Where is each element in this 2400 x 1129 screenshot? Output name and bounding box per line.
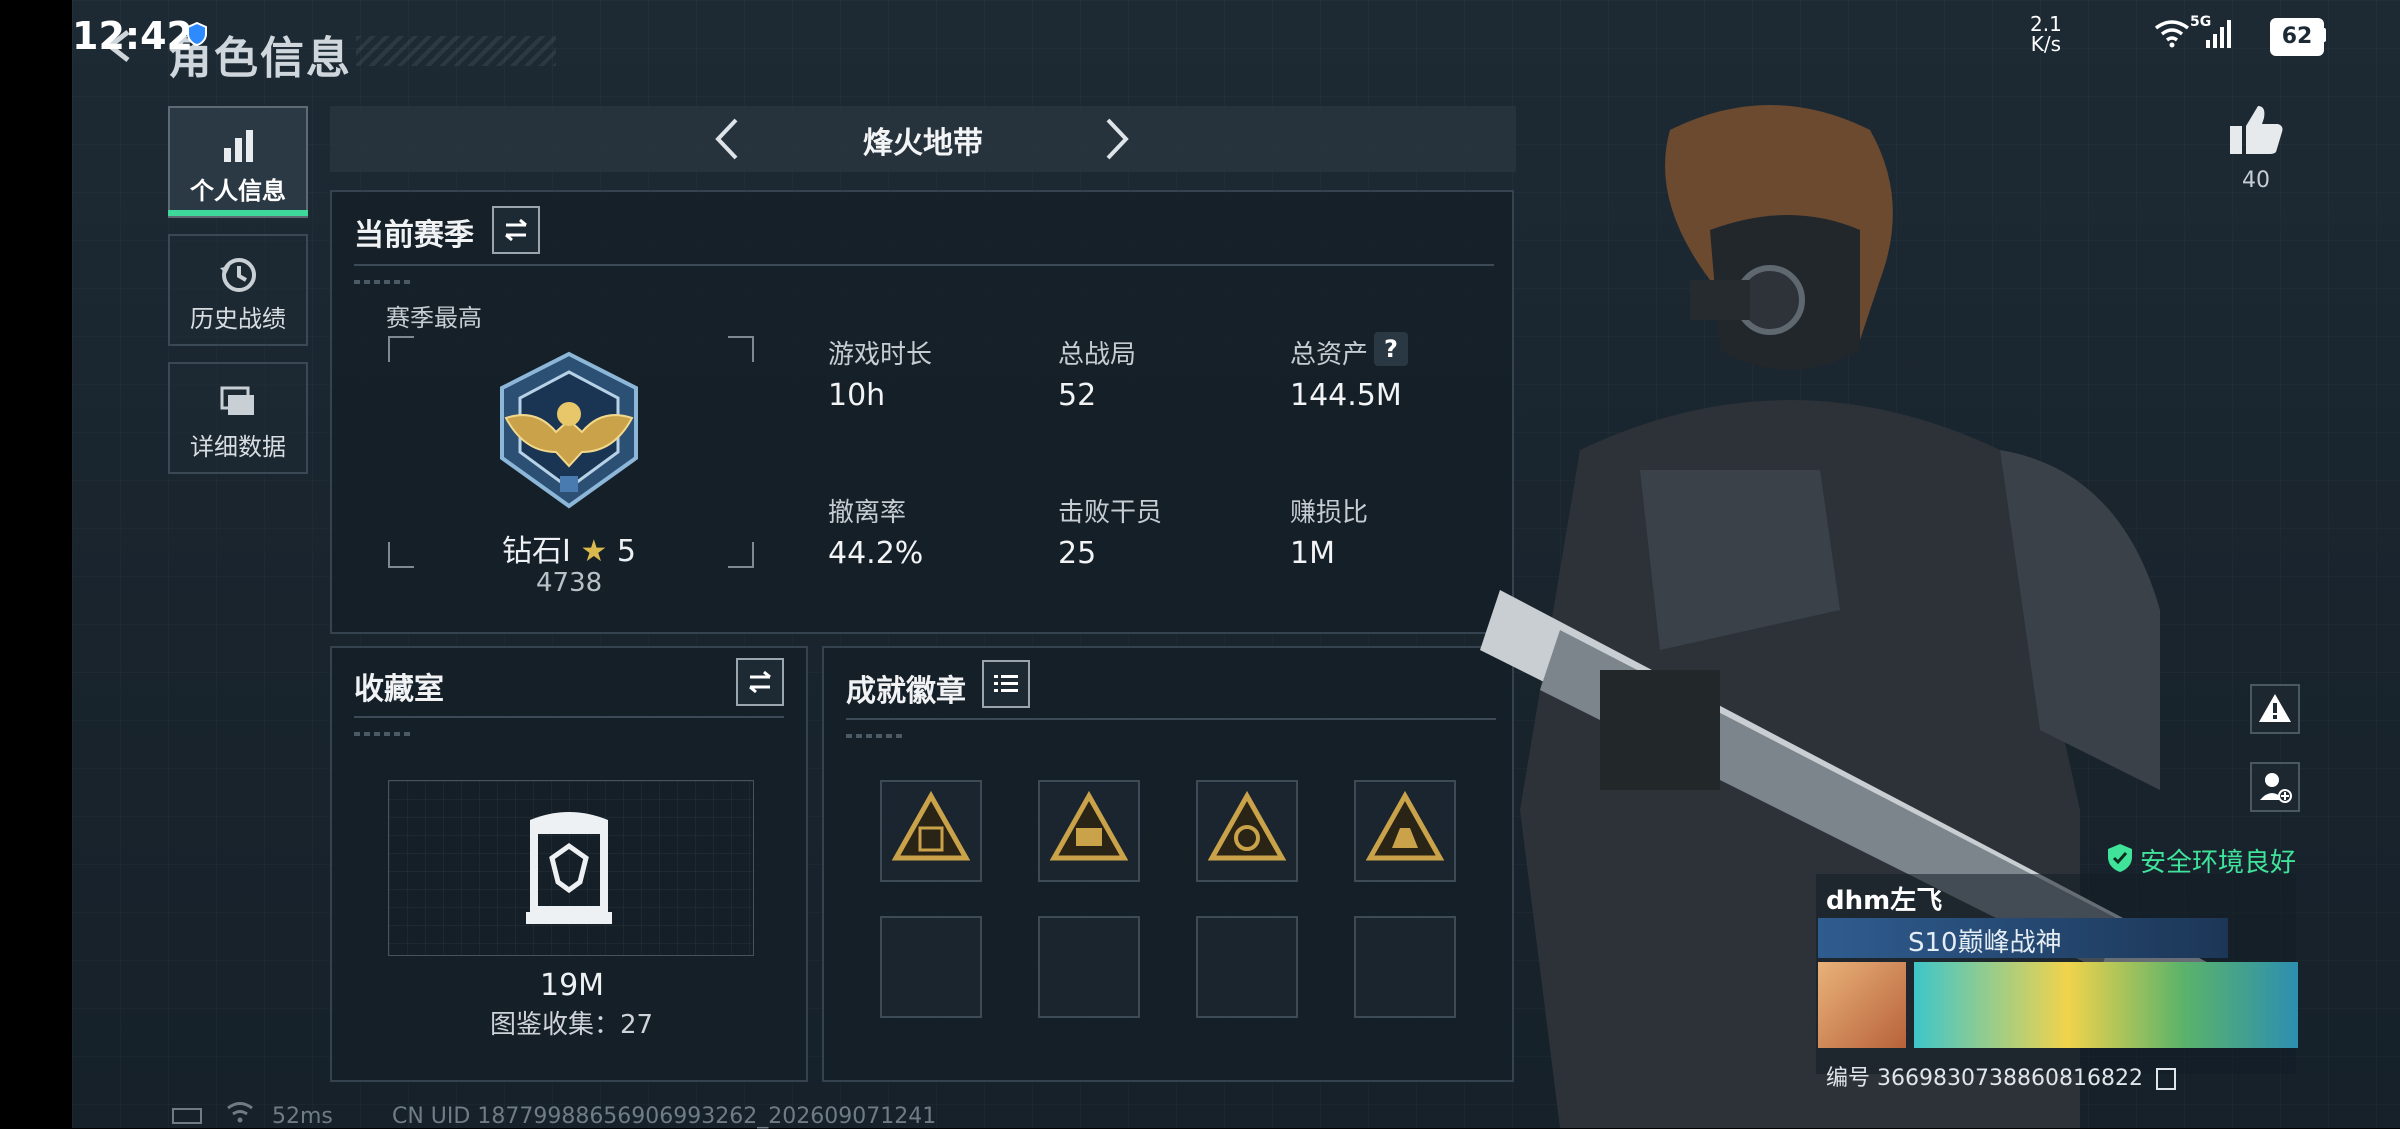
title-decoration: [356, 36, 556, 66]
switch-season-button[interactable]: [492, 206, 540, 254]
triangle-badge-icon: [891, 790, 971, 861]
frame-corner: [728, 542, 754, 568]
achievements-title: 成就徽章: [846, 674, 966, 709]
player-id: 编号 3669830738860816822: [1826, 1060, 2176, 1092]
add-friend-button[interactable]: [2250, 762, 2300, 812]
tab-personal-info[interactable]: 个人信息: [168, 106, 308, 218]
folders-icon: [220, 386, 254, 415]
signal-icon: [2206, 20, 2231, 48]
rank-score: 4738: [536, 568, 603, 598]
achievement-badge[interactable]: [1196, 780, 1298, 882]
stat-label-total-assets: 总资产: [1290, 340, 1369, 370]
report-button[interactable]: [2250, 684, 2300, 734]
divider: [354, 716, 784, 718]
player-name: dhm左飞: [1826, 886, 1943, 916]
list-icon: [994, 675, 1018, 692]
stat-label-extract-rate: 撤离率: [828, 498, 907, 528]
stat-label-kills: 击败干员: [1058, 498, 1163, 528]
mode-title: 烽火地带: [863, 126, 983, 161]
triangle-badge-icon: [1207, 790, 1287, 861]
switch-collection-button[interactable]: [736, 658, 784, 706]
wifi-small-icon: [227, 1102, 253, 1123]
frame-corner: [388, 336, 414, 362]
rank-emblem-icon: [500, 351, 638, 509]
swap-arrows-icon: [505, 218, 527, 242]
stat-value-playtime: 10h: [828, 378, 886, 413]
shield-check-icon: [2108, 844, 2132, 872]
add-user-icon: [2260, 773, 2292, 803]
history-clock-icon: [220, 258, 256, 292]
player-banner: [1914, 962, 2298, 1048]
empty-badge-slot[interactable]: [880, 916, 982, 1018]
divider-dash: [354, 280, 414, 284]
achievement-badge[interactable]: [1038, 780, 1140, 882]
frame-corner: [388, 542, 414, 568]
like-thumb-icon[interactable]: [2228, 104, 2284, 156]
shield-icon: [187, 22, 207, 46]
help-icon[interactable]: ?: [1374, 332, 1408, 366]
stat-label-playtime: 游戏时长: [828, 340, 933, 370]
stat-value-kills: 25: [1058, 536, 1097, 571]
collection-value: 19M: [540, 968, 605, 1003]
divider: [354, 264, 1494, 266]
stat-label-profit-ratio: 赚损比: [1290, 498, 1369, 528]
copy-icon[interactable]: [2155, 1068, 2176, 1090]
stat-value-extract-rate: 44.2%: [828, 536, 924, 571]
tab-label: 详细数据: [190, 433, 286, 461]
tab-label: 个人信息: [190, 177, 286, 205]
like-count: 40: [2242, 168, 2270, 193]
stat-value-total-matches: 52: [1058, 378, 1097, 413]
player-title: S10巅峰战神: [1908, 928, 2062, 958]
wifi-icon: [2154, 20, 2190, 48]
collection-title: 收藏室: [354, 672, 444, 707]
achievement-badge[interactable]: [880, 780, 982, 882]
device-battery-icon: [172, 1108, 202, 1124]
season-panel-title: 当前赛季: [354, 218, 474, 253]
avatar[interactable]: [1818, 962, 1906, 1048]
empty-badge-slot[interactable]: [1196, 916, 1298, 1018]
rank-name: 钻石Ⅰ ★ 5: [502, 534, 636, 569]
divider-dash: [846, 734, 906, 738]
tab-label: 历史战绩: [190, 305, 286, 333]
swap-arrows-icon: [749, 670, 771, 694]
triangle-badge-icon: [1049, 790, 1129, 861]
catalog-count: 图鉴收集：27: [490, 1010, 654, 1040]
frame-corner: [728, 336, 754, 362]
divider-dash: [354, 732, 414, 736]
stat-value-profit-ratio: 1M: [1290, 536, 1335, 571]
season-best-label: 赛季最高: [386, 304, 482, 332]
net-speed: 2.1 K/s: [2030, 12, 2062, 56]
next-mode-chevron-icon[interactable]: [1102, 116, 1132, 162]
warning-icon: [2259, 694, 2291, 722]
divider: [846, 718, 1496, 720]
bar-chart-icon: [224, 130, 253, 162]
active-tab-indicator: [168, 210, 308, 216]
tab-history[interactable]: 历史战绩: [168, 234, 308, 346]
stat-label-total-matches: 总战局: [1058, 340, 1137, 370]
battery-cap: [2322, 28, 2326, 42]
status-time: 12:42: [72, 14, 193, 58]
uid-label: CN UID 18779988656906993262_202609071241: [392, 1104, 937, 1129]
empty-badge-slot[interactable]: [1038, 916, 1140, 1018]
star-icon: ★: [580, 534, 608, 569]
stat-value-total-assets: 144.5M: [1290, 378, 1402, 413]
display-case-icon: [526, 812, 612, 924]
battery-indicator: 62: [2270, 18, 2324, 56]
achievements-list-button[interactable]: [982, 660, 1030, 708]
tab-detailed-data[interactable]: 详细数据: [168, 362, 308, 474]
ping: 52ms: [272, 1104, 333, 1129]
